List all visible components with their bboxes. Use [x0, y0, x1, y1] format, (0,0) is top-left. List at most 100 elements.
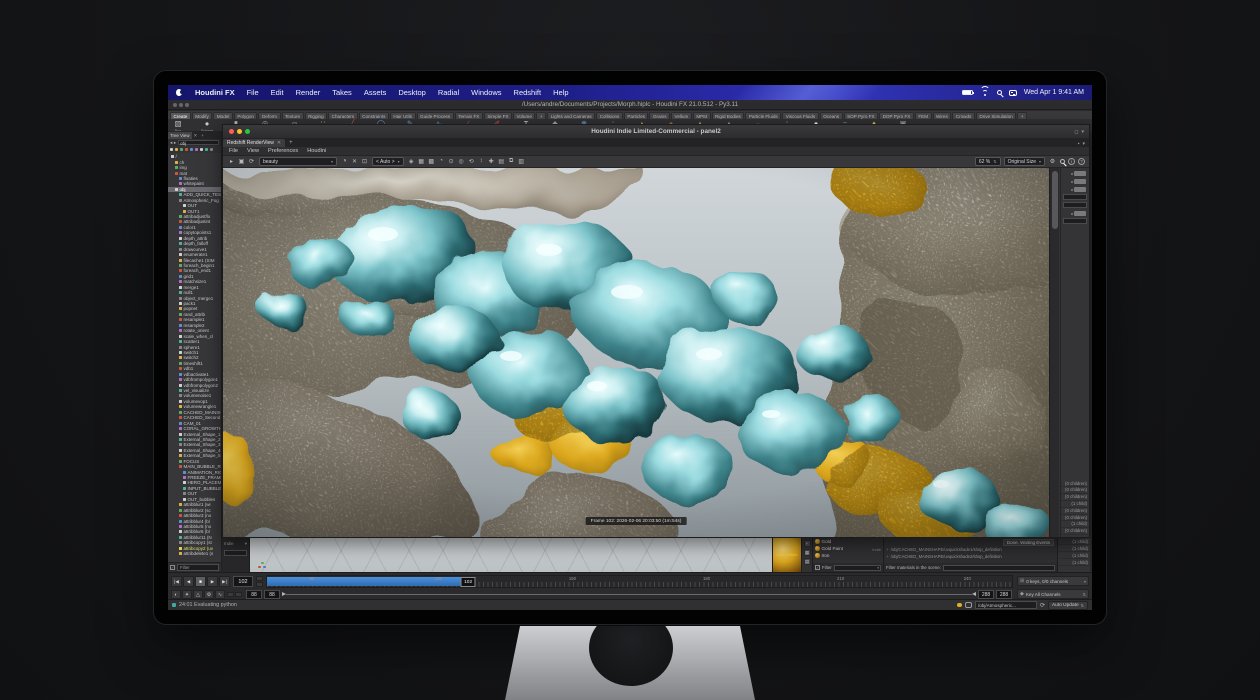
shelf-tab-deform[interactable]: Deform — [258, 112, 280, 119]
menu-item-radial[interactable]: Radial — [432, 88, 465, 97]
play-reverse-button[interactable]: ◀ — [183, 576, 194, 587]
shop-definition-row[interactable]: +/obj/CACHED_MAINSHAPE/uvquickshade1/sho… — [884, 546, 1057, 553]
tree-tab-close-icon[interactable]: ✕ — [192, 132, 200, 139]
tree-toolbar-icon[interactable] — [170, 148, 173, 151]
gear-icon[interactable]: ⚙ — [204, 590, 214, 599]
shelf-tab-hair-utils[interactable]: Hair Utils — [390, 112, 416, 119]
playback-mode-icon[interactable]: ◐ — [171, 590, 181, 599]
back-icon[interactable]: ◂ — [170, 140, 172, 146]
tab-add-icon[interactable]: + — [285, 139, 297, 147]
shelf-tab-volume[interactable]: Volume — [513, 112, 535, 119]
key-all-channels-dropdown[interactable]: ◆Key All Channels⇅ — [1017, 589, 1089, 599]
scene-material-filter-input[interactable] — [943, 565, 1055, 571]
spotlight-search-icon[interactable] — [997, 90, 1002, 95]
tab-close-icon[interactable]: ✕ — [277, 139, 281, 147]
range-start-field[interactable]: 88 — [264, 590, 280, 599]
list-view-icon[interactable]: ▤ — [804, 558, 811, 565]
ipr-restart-icon[interactable]: ⟳ — [247, 158, 256, 165]
shelf-tab-rigging[interactable]: Rigging — [305, 112, 328, 119]
shelf-tab-drive-simulation[interactable]: Drive Simulation — [976, 112, 1016, 119]
tab-redshift-renderview[interactable]: Redshift RenderView✕ — [223, 139, 285, 147]
shelf-tab-particles[interactable]: Particles — [624, 112, 649, 119]
material-item-gold[interactable]: Gold — [813, 538, 883, 545]
fit-icon[interactable]: ↕ — [477, 158, 486, 165]
tree-node[interactable]: attribdelete1 (s — [168, 551, 221, 556]
menu-item-houdini-fx[interactable]: Houdini FX — [189, 88, 241, 97]
parameter-field[interactable] — [1063, 218, 1087, 224]
children-count-row[interactable]: (0 children) — [1061, 494, 1089, 501]
node-connector-icon[interactable] — [1074, 179, 1086, 184]
info-icon[interactable]: i — [1068, 158, 1075, 165]
shelf-tab-viscous-fluids[interactable]: Viscous Fluids — [782, 112, 819, 119]
snapshot-close-icon[interactable]: ✕ — [350, 158, 359, 165]
current-node-path-field[interactable]: /obj/Atmospheric... — [975, 601, 1037, 609]
tree-toolbar-icon[interactable] — [190, 148, 193, 151]
shelf-tab-simple-fx[interactable]: Simple FX — [484, 112, 512, 119]
shelf-tab-vellum[interactable]: Vellum — [671, 112, 692, 119]
auto-update-dropdown[interactable]: Auto Update⇅ — [1048, 601, 1088, 610]
copy-image-icon[interactable]: ⧉ — [507, 158, 516, 165]
frame-step-buttons[interactable] — [256, 576, 263, 587]
shelf-tab-grains[interactable]: Grains — [649, 112, 670, 119]
grid-icon[interactable]: ▦ — [417, 158, 426, 165]
tree-toolbar-icon[interactable] — [205, 148, 208, 151]
ipr-start-icon[interactable]: ▸ — [227, 158, 236, 165]
renderview-menu-preferences[interactable]: Preferences — [268, 148, 298, 154]
chevron-down-icon[interactable]: ▾ — [245, 541, 247, 547]
stop-button[interactable]: ■ — [195, 576, 206, 587]
scene-viewport-strip[interactable] — [250, 538, 773, 572]
tree-toolbar-icon[interactable] — [185, 148, 188, 151]
lock-icon[interactable]: ◈ — [407, 158, 416, 165]
control-center-icon[interactable] — [1009, 90, 1017, 96]
crop-region-icon[interactable]: ⊡ — [360, 158, 369, 165]
shelf-tab-lights-and-cameras[interactable]: Lights and Cameras — [547, 112, 595, 119]
expand-icon[interactable]: + — [886, 547, 889, 552]
snapshot-ab-icon[interactable]: ◑ — [340, 158, 349, 165]
material-filter-input[interactable] — [834, 565, 881, 571]
pan-icon[interactable]: ✚ — [487, 158, 496, 165]
children-count-row[interactable]: (0 children) — [1061, 515, 1089, 522]
shelf-tab-oceans[interactable]: Oceans — [820, 112, 843, 119]
forward-icon[interactable]: ▸ — [174, 140, 176, 146]
tree-toolbar-icon[interactable] — [175, 148, 178, 151]
shelf-tab-terrain-fx[interactable]: Terrain FX — [455, 112, 483, 119]
aov-dropdown[interactable]: beauty▾ — [259, 157, 337, 166]
menu-item-desktop[interactable]: Desktop — [392, 88, 432, 97]
audio-icon[interactable]: ∿ — [215, 590, 225, 599]
global-start-field[interactable]: 88 — [246, 590, 262, 599]
display-size-dropdown[interactable]: Original Size▾ — [1004, 157, 1045, 166]
children-count-row[interactable]: (1 child) — [1061, 521, 1089, 528]
shelf-tab-create[interactable]: Create — [170, 112, 191, 119]
clock-icon[interactable]: ◔ — [437, 158, 446, 165]
gear-icon[interactable]: ⚙ — [1048, 158, 1057, 165]
shelf-tab-dop-pyro-fx[interactable]: DOP Pyro FX — [879, 112, 914, 119]
current-frame-field[interactable]: 102 — [233, 576, 253, 587]
node-connector-icon[interactable] — [1074, 171, 1086, 176]
refresh-icon[interactable]: ⟳ — [1040, 602, 1045, 609]
magnify-icon[interactable] — [1060, 159, 1065, 164]
menu-item-render[interactable]: Render — [290, 88, 327, 97]
reset-icon[interactable]: ⟲ — [467, 158, 476, 165]
renderview-menu-view[interactable]: View — [247, 148, 259, 154]
render-image[interactable]: Frame 102: 2026-02-06 20:03:50 (1m:54s) — [223, 168, 1049, 537]
shelf-tab-characters[interactable]: Characters — [328, 112, 357, 119]
menu-item-takes[interactable]: Takes — [326, 88, 358, 97]
shelf-tab-wires[interactable]: Wires — [933, 112, 952, 119]
timeline-ruler[interactable]: 90120150180210240 102 — [266, 575, 1013, 588]
tree-toolbar-icon[interactable] — [210, 148, 213, 151]
menu-item-file[interactable]: File — [241, 88, 265, 97]
node-connector-icon[interactable] — [1074, 211, 1086, 216]
shelf-tab-add[interactable]: + — [1017, 112, 1027, 119]
children-count-row[interactable]: (0 children) — [1061, 481, 1089, 488]
gallery-icon[interactable]: ▦ — [804, 549, 811, 556]
clipboard-icon[interactable]: ▥ — [517, 158, 526, 165]
keyframe-icon[interactable]: ✦ — [182, 590, 192, 599]
children-count-row[interactable]: (0 children) — [1061, 528, 1089, 535]
checker-icon[interactable]: ▩ — [427, 158, 436, 165]
menu-item-help[interactable]: Help — [547, 88, 574, 97]
first-frame-button[interactable]: |◀ — [171, 576, 182, 587]
center-icon[interactable]: ⊙ — [447, 158, 456, 165]
warning-icon[interactable] — [957, 603, 962, 608]
menu-item-edit[interactable]: Edit — [265, 88, 290, 97]
menu-item-assets[interactable]: Assets — [358, 88, 393, 97]
